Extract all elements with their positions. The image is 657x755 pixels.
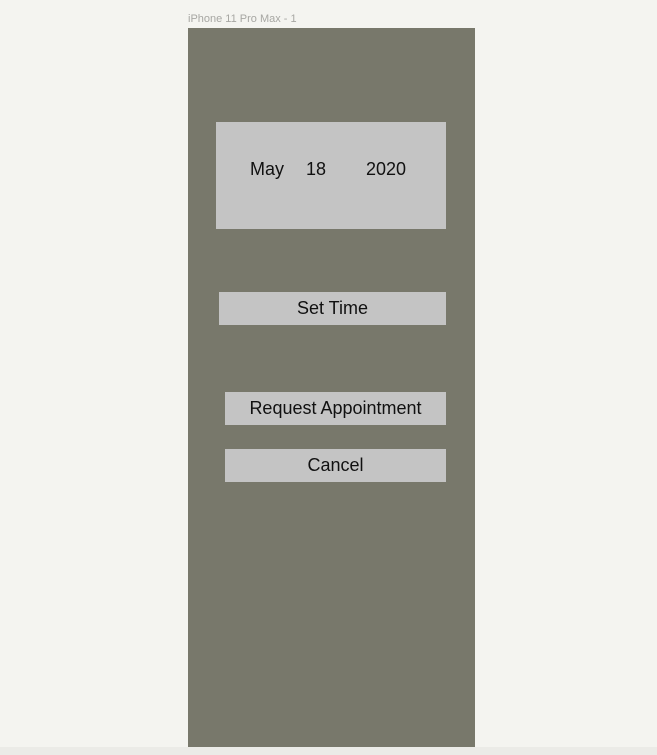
artboard-label: iPhone 11 Pro Max - 1 bbox=[188, 13, 297, 25]
date-month[interactable]: May bbox=[250, 159, 284, 179]
cancel-button[interactable]: Cancel bbox=[225, 449, 446, 482]
set-time-button[interactable]: Set Time bbox=[219, 292, 446, 325]
date-year[interactable]: 2020 bbox=[366, 159, 406, 179]
request-appointment-button[interactable]: Request Appointment bbox=[225, 392, 446, 425]
iphone-frame: May 18 2020 Set Time Request Appointment… bbox=[188, 28, 475, 755]
date-picker[interactable]: May 18 2020 bbox=[216, 122, 446, 229]
date-day[interactable]: 18 bbox=[306, 159, 326, 179]
canvas-bottom-edge bbox=[0, 747, 657, 755]
